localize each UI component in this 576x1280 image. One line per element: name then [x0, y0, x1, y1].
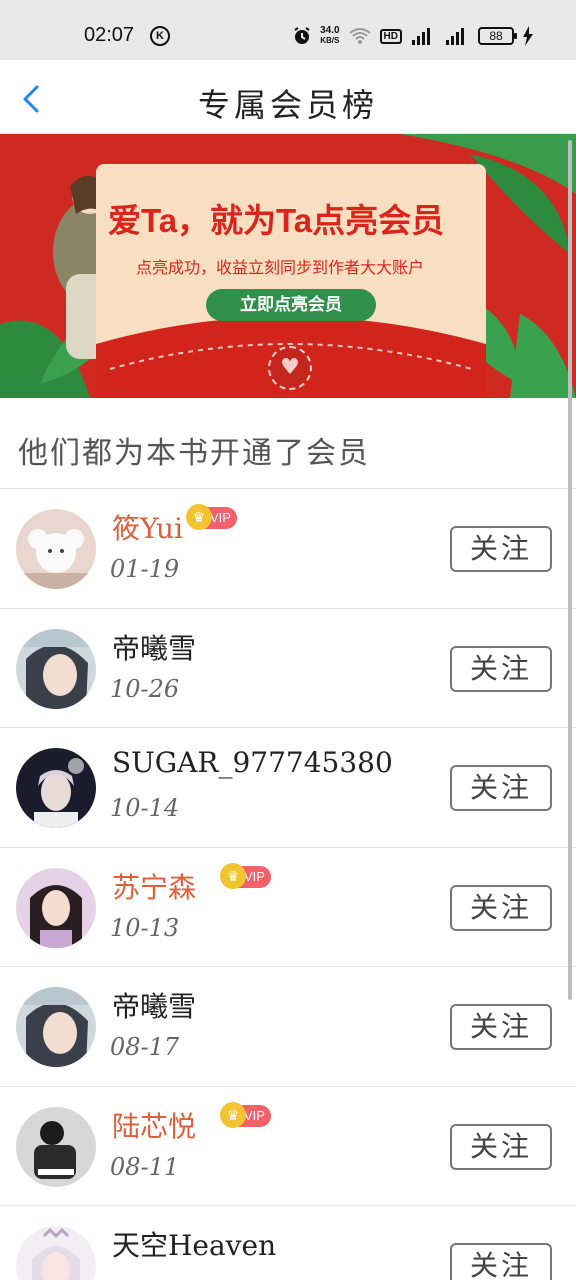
member-name: SUGAR_977745380 [112, 746, 393, 779]
list-item[interactable]: 天空Heaven 关注 [0, 1206, 576, 1280]
avatar[interactable] [16, 748, 96, 828]
signal-icon [412, 28, 430, 45]
banner-headline: 爱Ta，就为Ta点亮会员 [108, 202, 445, 239]
status-icons: 34.0 KB/S HD 88 [292, 22, 534, 50]
banner-subtext: 点亮成功，收益立刻同步到作者大大账户 [136, 260, 425, 277]
member-date: 10-26 [110, 674, 180, 703]
member-date: 10-14 [110, 794, 180, 822]
list-item[interactable]: 帝曦雪 10-26 关注 [0, 609, 576, 728]
status-time: 02:07 [84, 24, 135, 46]
alarm-icon [294, 27, 310, 44]
list-item[interactable]: 筱Yui ♛ VIP 01-19 关注 [0, 489, 576, 609]
speed-unit: KB/S [320, 36, 340, 45]
follow-button[interactable]: 关注 [450, 526, 552, 572]
heart-seal-icon [268, 346, 312, 390]
member-name: 帝曦雪 [112, 990, 197, 1023]
promo-banner[interactable]: 爱Ta，就为Ta点亮会员 点亮成功，收益立刻同步到作者大大账户 立即点亮会员 [0, 134, 576, 398]
nav-bar: 专属会员榜 [0, 60, 576, 134]
signal-icon [446, 28, 464, 45]
follow-button[interactable]: 关注 [450, 765, 552, 811]
network-speed: 34.0 KB/S [320, 26, 339, 46]
hd-icon: HD [379, 28, 402, 44]
follow-button[interactable]: 关注 [450, 1004, 552, 1050]
vip-badge: ♛ VIP [220, 862, 271, 889]
crown-icon: ♛ [186, 504, 212, 530]
follow-button[interactable]: 关注 [450, 1123, 552, 1170]
vip-label: VIP [210, 510, 231, 525]
speed-value: 34.0 [320, 25, 340, 36]
vip-label: VIP [244, 1107, 265, 1123]
avatar[interactable] [16, 509, 96, 589]
crown-icon: ♛ [220, 1101, 246, 1128]
battery-indicator: 88 [478, 27, 517, 45]
page-title: 专属会员榜 [197, 86, 378, 124]
avatar[interactable] [16, 1106, 96, 1187]
avatar[interactable] [16, 867, 96, 948]
avatar[interactable] [16, 628, 96, 709]
avatar[interactable] [16, 987, 96, 1067]
vip-badge: ♛ VIP [186, 504, 237, 530]
wifi-icon [348, 28, 371, 44]
member-date: 08-11 [110, 1152, 180, 1181]
list-item[interactable]: 苏宁森 ♛ VIP 10-13 关注 [0, 848, 576, 967]
light-up-membership-button[interactable]: 立即点亮会员 [206, 289, 376, 321]
list-item[interactable]: 帝曦雪 08-17 关注 [0, 967, 576, 1087]
crown-icon: ♛ [220, 862, 246, 889]
list-item[interactable]: SUGAR_977745380 10-14 关注 [0, 728, 576, 848]
member-name: 筱Yui [112, 512, 184, 545]
member-name: 苏宁森 [112, 870, 197, 904]
member-date: 01-19 [110, 555, 180, 583]
charging-icon [523, 26, 533, 46]
status-bar: 02:07 K 34.0 KB/S HD 88 [0, 0, 576, 60]
k-icon: K [150, 26, 170, 46]
member-date: 08-17 [110, 1033, 180, 1061]
vip-label: VIP [244, 868, 265, 884]
follow-button[interactable]: 关注 [450, 1243, 552, 1280]
list-item[interactable]: 陆芯悦 ♛ VIP 08-11 关注 [0, 1087, 576, 1206]
member-list: 筱Yui ♛ VIP 01-19 关注 帝曦雪 10-26 关注 SUGAR_97… [0, 489, 576, 1280]
member-date: 10-13 [110, 913, 180, 942]
member-name: 天空Heaven [112, 1229, 277, 1262]
avatar[interactable] [16, 1226, 96, 1280]
scrollbar[interactable] [568, 140, 572, 1000]
follow-button[interactable]: 关注 [450, 645, 552, 692]
vip-badge: ♛ VIP [220, 1101, 271, 1128]
member-name: 帝曦雪 [112, 631, 197, 665]
follow-button[interactable]: 关注 [450, 884, 552, 931]
section-title: 他们都为本书开通了会员 [18, 436, 370, 471]
member-name: 陆芯悦 [112, 1109, 197, 1143]
